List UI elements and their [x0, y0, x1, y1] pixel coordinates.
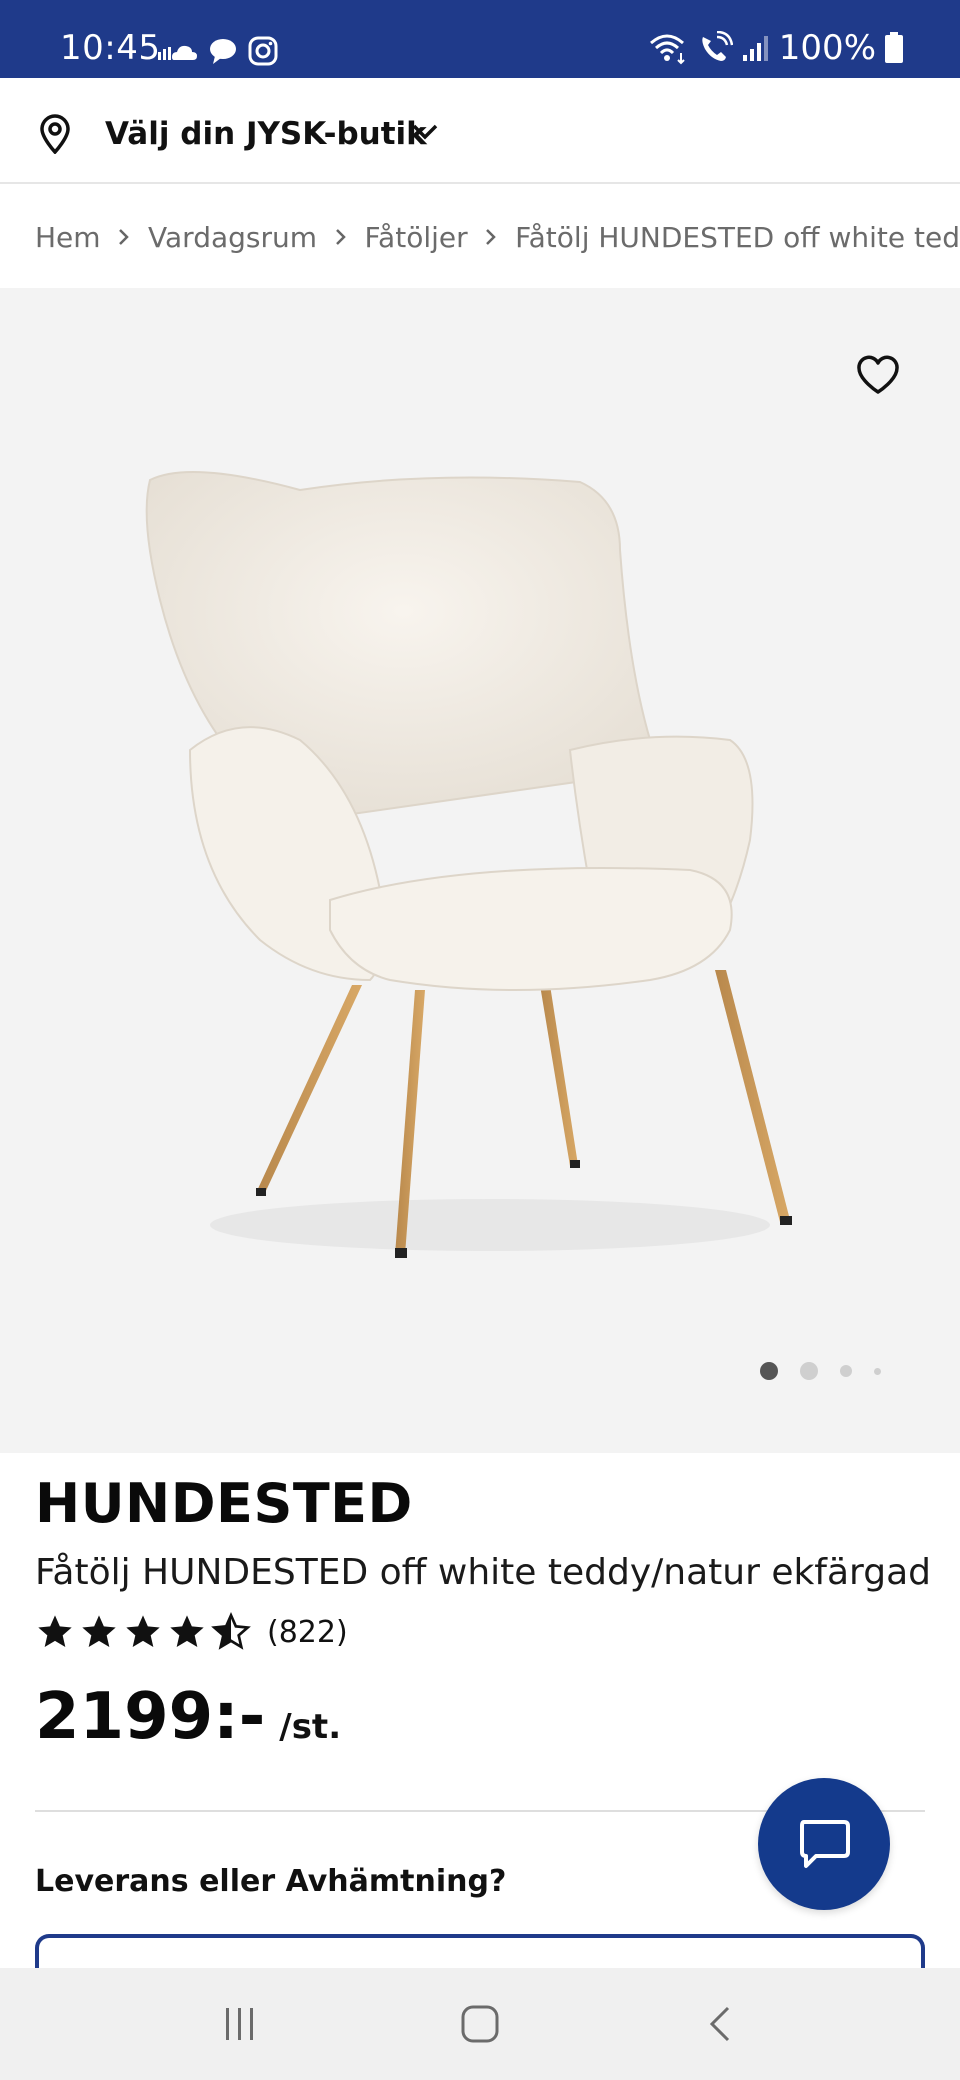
gallery-pagination [760, 1362, 881, 1380]
chevron-right-icon [468, 227, 515, 247]
store-selector-label: Välj din JYSK-butik [105, 116, 427, 152]
store-selector[interactable]: Välj din JYSK-butik [0, 78, 960, 184]
price-unit: /st. [279, 1707, 342, 1747]
instagram-icon [248, 36, 278, 66]
chat-button[interactable] [758, 1778, 890, 1910]
chevron-down-icon [412, 124, 438, 140]
product-name: HUNDESTED [35, 1472, 413, 1535]
product-rating[interactable]: (822) [35, 1612, 348, 1652]
status-time: 10:45 [60, 28, 161, 68]
gallery-dot[interactable] [874, 1367, 881, 1375]
star-full-icon [38, 1615, 72, 1647]
product-price: 2199:- /st. [35, 1680, 341, 1754]
chat-bubble-icon [210, 39, 236, 64]
back-icon[interactable] [700, 2004, 740, 2044]
star-full-icon [82, 1615, 116, 1647]
breadcrumb-current: Fåtölj HUNDESTED off white ted [515, 220, 960, 254]
wifi-call-icon [702, 31, 733, 61]
status-right-icons: 100% [649, 28, 904, 68]
home-icon[interactable] [460, 2004, 500, 2044]
location-pin-icon [40, 114, 70, 154]
recent-apps-icon[interactable] [220, 2004, 260, 2044]
cloud-icon [158, 45, 197, 60]
gallery-dot-active[interactable] [760, 1362, 778, 1380]
delivery-heading: Leverans eller Avhämtning? [35, 1864, 507, 1899]
status-left-icons [158, 34, 278, 68]
heart-icon[interactable] [856, 355, 900, 395]
status-bar: 10:45 100% [0, 0, 960, 78]
chevron-right-icon [101, 227, 148, 247]
battery-icon [885, 32, 903, 63]
product-image-armchair [145, 471, 792, 1258]
star-full-icon [170, 1615, 204, 1647]
battery-percent: 100% [778, 28, 876, 68]
product-description: Fåtölj HUNDESTED off white teddy/natur e… [35, 1552, 931, 1593]
signal-icon [742, 36, 768, 61]
system-nav-bar [0, 1968, 960, 2080]
price-amount: 2199:- [35, 1680, 266, 1754]
review-count: (822) [267, 1614, 348, 1650]
chat-icon [800, 1820, 850, 1868]
breadcrumb-vardagsrum[interactable]: Vardagsrum [148, 221, 317, 254]
star-full-icon [126, 1615, 160, 1647]
wifi-icon [649, 34, 685, 65]
breadcrumb: Hem Vardagsrum Fåtöljer Fåtölj HUNDESTED… [0, 186, 960, 288]
gallery-dot[interactable] [840, 1365, 852, 1377]
chevron-right-icon [317, 227, 364, 247]
breadcrumb-fatoljer[interactable]: Fåtöljer [365, 221, 468, 254]
star-half-icon [211, 1612, 251, 1650]
breadcrumb-home[interactable]: Hem [35, 221, 101, 254]
gallery-dot[interactable] [800, 1362, 818, 1380]
